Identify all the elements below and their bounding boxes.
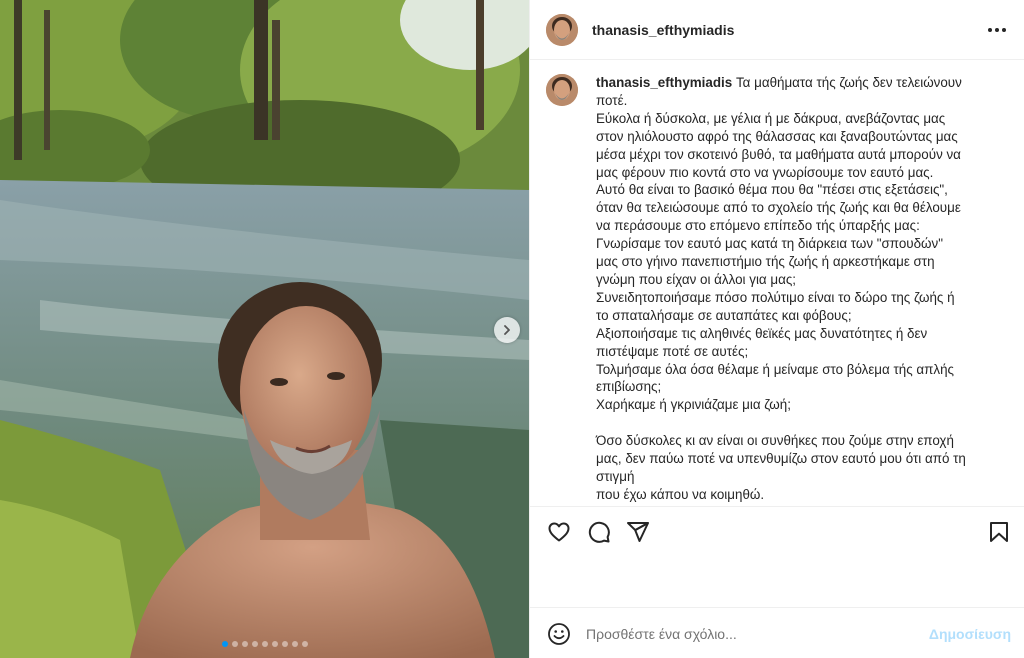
caption-line: μέσα μέχρι τον σκοτεινό βυθό, τα μαθήματ… (596, 146, 961, 162)
caption-line: Αξιοποιήσαμε τις αληθινές θεϊκές μας δυν… (596, 325, 928, 341)
slide-dot (271, 641, 278, 647)
username-link[interactable]: thanasis_efthymiadis (592, 22, 734, 38)
caption-line: Χαρήκαμε ή γκρινιάζαμε μια ζωή; (596, 397, 791, 413)
next-slide-button[interactable] (494, 317, 520, 343)
share-button[interactable] (625, 519, 651, 545)
more-horizontal-icon (988, 28, 992, 32)
caption-text: thanasis_efthymiadis Τα μαθήματα τής ζωή… (596, 74, 996, 504)
caption-line: μας στο γήινο πανεπιστήμιο τής ζωής ή αρ… (596, 254, 935, 270)
emoji-icon (548, 623, 570, 645)
caption-line: Εύκολα ή δύσκολα, με γέλια ή με δάκρυα, … (596, 110, 946, 126)
slide-dot (301, 641, 308, 647)
caption-section: thanasis_efthymiadis Τα μαθήματα τής ζωή… (530, 60, 1024, 506)
caption-line: το σπαταλήσαμε σε αυταπάτες και φόβους; (596, 307, 852, 323)
avatar-image (546, 74, 578, 106)
comment-input[interactable] (586, 626, 906, 642)
slide-dot (291, 641, 298, 647)
slide-dot (221, 641, 228, 647)
action-bar (530, 506, 1024, 608)
post-comment-button[interactable]: Δημοσίευση (929, 626, 1011, 642)
slide-dot (241, 641, 248, 647)
caption-line: Γνωρίσαμε τον εαυτό μας κατά τη διάρκεια… (596, 236, 943, 252)
caption-line: γνώμη που είχαν οι άλλοι για μας; (596, 271, 797, 287)
more-options-button[interactable] (987, 20, 1007, 40)
comment-icon (588, 521, 610, 543)
slide-indicator (0, 641, 529, 647)
caption-line: στιγμή (596, 468, 635, 484)
heart-icon (548, 522, 570, 542)
caption-line: μας, δεν παύω ποτέ να υπενθυμίζω στον εα… (596, 451, 966, 467)
bookmark-icon (990, 522, 1008, 542)
caption-line: ποτέ. (596, 92, 628, 108)
caption-line: που έχω κάπου να κοιμηθώ. (596, 486, 765, 502)
caption-line: να περάσουμε στο επόμενο επίπεδο τής ύπα… (596, 218, 920, 234)
caption-username-link[interactable]: thanasis_efthymiadis (596, 75, 732, 90)
avatar[interactable] (546, 13, 578, 46)
slide-dot (281, 641, 288, 647)
post-photo (0, 0, 529, 658)
comment-button[interactable] (586, 519, 612, 545)
caption-line: πιστέψαμε ποτέ σε αυτές; (596, 343, 749, 359)
caption-line: Τολμήσαμε όλα όσα θέλαμε ή μείναμε στο β… (596, 361, 954, 377)
caption-line: στον ηλιόλουστο αφρό της θάλασσας και ξα… (596, 128, 958, 144)
post-detail-panel: thanasis_efthymiadis thanasis_efthymiadi… (529, 0, 1024, 658)
caption-line: Όσο δύσκολες κι αν είναι οι συνθήκες που… (596, 433, 954, 449)
caption-first-line: Τα μαθήματα τής ζωής δεν τελειώνουν (735, 75, 962, 90)
post-header: thanasis_efthymiadis (530, 0, 1024, 60)
caption-line: μας φέρουν πιο κοντά στο να γνωρίσουμε τ… (596, 164, 934, 180)
post-media[interactable] (0, 0, 529, 658)
save-button[interactable] (986, 519, 1012, 545)
chevron-right-icon (504, 325, 510, 335)
caption-avatar[interactable] (546, 74, 578, 106)
caption-line: Αυτό θα είναι το βασικό θέμα που θα "πέσ… (596, 182, 948, 198)
comment-bar: Δημοσίευση (530, 610, 1024, 658)
avatar-image (546, 13, 578, 46)
caption-line: επιβίωσης; (596, 379, 662, 395)
slide-dot (231, 641, 238, 647)
caption-line: Συνειδητοποιήσαμε πόσο πολύτιμο είναι το… (596, 289, 955, 305)
slide-dot (261, 641, 268, 647)
slide-dot (251, 641, 258, 647)
like-button[interactable] (546, 519, 572, 545)
emoji-button[interactable] (546, 621, 572, 647)
caption-line: όταν θα τελειώσουμε από το σχολείο τής ζ… (596, 200, 961, 216)
send-icon (627, 522, 649, 542)
